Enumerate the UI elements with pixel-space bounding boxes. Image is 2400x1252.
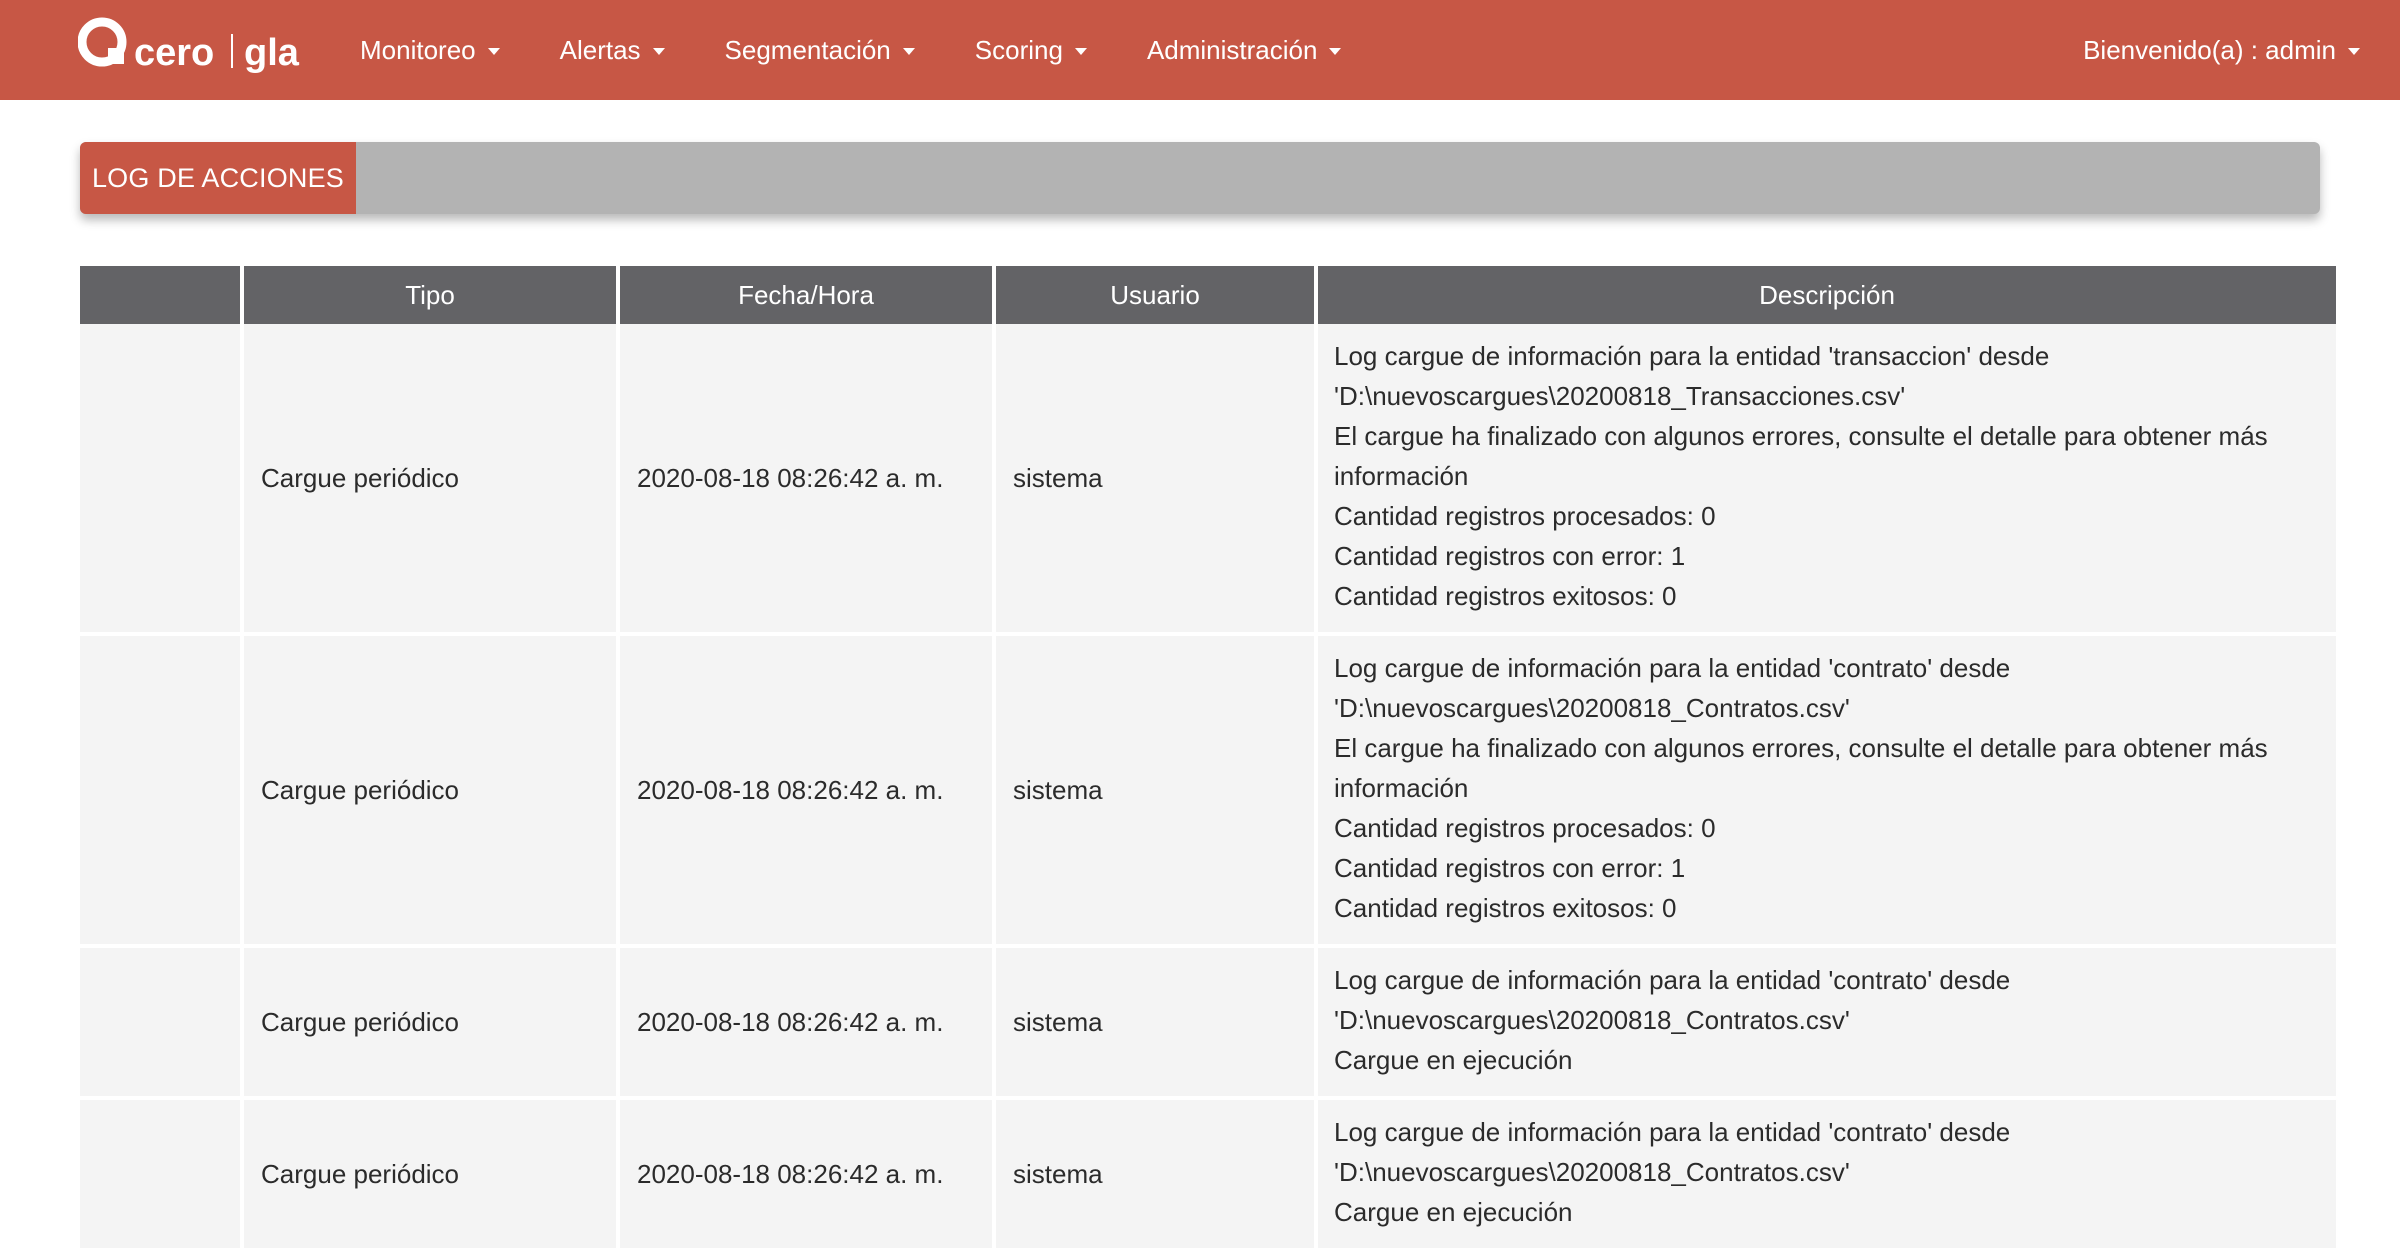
table-row[interactable]: Cargue periódico 2020-08-18 08:26:42 a. … [80,1100,2336,1252]
table-header-row: Tipo Fecha/Hora Usuario Descripción [80,266,2336,324]
row-blank-cell [80,324,240,636]
nav-segmentacion[interactable]: Segmentación [725,35,915,66]
chevron-down-icon [1329,48,1342,55]
description-line: El cargue ha finalizado con algunos erro… [1334,421,2268,451]
column-header-descripcion[interactable]: Descripción [1318,266,2336,324]
row-blank-cell [80,636,240,948]
chevron-down-icon [902,48,915,55]
nav-administracion-label: Administración [1146,34,1318,65]
description-line: Cargue en ejecución [1334,1045,1573,1075]
description-line: Cantidad registros con error: 1 [1334,541,1686,571]
cell-descripcion: Log cargue de información para la entida… [1318,1100,2336,1252]
nav-alertas[interactable]: Alertas [560,35,665,66]
chevron-down-icon [487,48,500,55]
nav-segmentacion-label: Segmentación [724,34,891,65]
description-line: Log cargue de información para la entida… [1334,965,2011,995]
nav-monitoreo[interactable]: Monitoreo [360,35,500,66]
nav-alertas-label: Alertas [559,34,641,65]
svg-text:cero: cero [134,32,214,74]
nav-scoring[interactable]: Scoring [975,35,1087,66]
cell-descripcion: Log cargue de información para la entida… [1318,636,2336,948]
description-line: Cantidad registros procesados: 0 [1334,813,1716,843]
svg-text:gla: gla [244,32,300,74]
description-line: Cantidad registros procesados: 0 [1334,501,1716,531]
description-line: Log cargue de información para la entida… [1334,341,2050,371]
nav-scoring-label: Scoring [974,34,1063,65]
description-line: Cantidad registros con error: 1 [1334,853,1686,883]
main-menu: Monitoreo Alertas Segmentación Scoring A… [360,0,1401,100]
description-line: Log cargue de información para la entida… [1334,653,2011,683]
cell-fecha: 2020-08-18 08:26:42 a. m. [620,324,992,636]
description-line: información [1334,461,1469,491]
description-line: Cargue en ejecución [1334,1197,1573,1227]
cell-usuario: sistema [996,1100,1314,1252]
page-title: LOG DE ACCIONES [80,142,356,214]
cell-tipo: Cargue periódico [244,948,616,1100]
cell-descripcion: Log cargue de información para la entida… [1318,948,2336,1100]
cell-tipo: Cargue periódico [244,636,616,948]
table-row[interactable]: Cargue periódico 2020-08-18 08:26:42 a. … [80,948,2336,1100]
top-navbar: cero gla Monitoreo Alertas Segmentación … [0,0,2400,100]
nav-monitoreo-label: Monitoreo [360,34,476,65]
chevron-down-icon [652,48,665,55]
cell-usuario: sistema [996,636,1314,948]
section-header-bar: LOG DE ACCIONES [80,142,2320,214]
cell-tipo: Cargue periódico [244,324,616,636]
cell-usuario: sistema [996,324,1314,636]
nav-administracion[interactable]: Administración [1147,35,1342,66]
table-row[interactable]: Cargue periódico 2020-08-18 08:26:42 a. … [80,636,2336,948]
user-menu[interactable]: Bienvenido(a) : admin [2083,0,2360,100]
row-blank-cell [80,948,240,1100]
description-line: 'D:\nuevoscargues\20200818_Contratos.csv… [1334,693,1850,723]
description-line: El cargue ha finalizado con algunos erro… [1334,733,2268,763]
description-line: Cantidad registros exitosos: 0 [1334,893,1677,923]
cell-descripcion: Log cargue de información para la entida… [1318,324,2336,636]
description-line: información [1334,773,1469,803]
chevron-down-icon [2348,48,2360,55]
cell-usuario: sistema [996,948,1314,1100]
cell-fecha: 2020-08-18 08:26:42 a. m. [620,1100,992,1252]
column-header-fecha[interactable]: Fecha/Hora [620,266,992,324]
chevron-down-icon [1074,48,1087,55]
brand-logo[interactable]: cero gla [78,14,308,78]
log-table: Tipo Fecha/Hora Usuario Descripción Carg… [76,266,2340,1252]
logo-icon: cero gla [78,17,300,74]
cell-fecha: 2020-08-18 08:26:42 a. m. [620,948,992,1100]
description-line: 'D:\nuevoscargues\20200818_Contratos.csv… [1334,1005,1850,1035]
description-line: 'D:\nuevoscargues\20200818_Transacciones… [1334,381,1906,411]
user-menu-label: Bienvenido(a) : admin [2083,34,2336,65]
description-line: 'D:\nuevoscargues\20200818_Contratos.csv… [1334,1157,1850,1187]
cell-tipo: Cargue periódico [244,1100,616,1252]
row-blank-cell [80,1100,240,1252]
table-row[interactable]: Cargue periódico 2020-08-18 08:26:42 a. … [80,324,2336,636]
column-header-blank [80,266,240,324]
description-line: Log cargue de información para la entida… [1334,1117,2011,1147]
description-line: Cantidad registros exitosos: 0 [1334,581,1677,611]
cell-fecha: 2020-08-18 08:26:42 a. m. [620,636,992,948]
column-header-usuario[interactable]: Usuario [996,266,1314,324]
column-header-tipo[interactable]: Tipo [244,266,616,324]
